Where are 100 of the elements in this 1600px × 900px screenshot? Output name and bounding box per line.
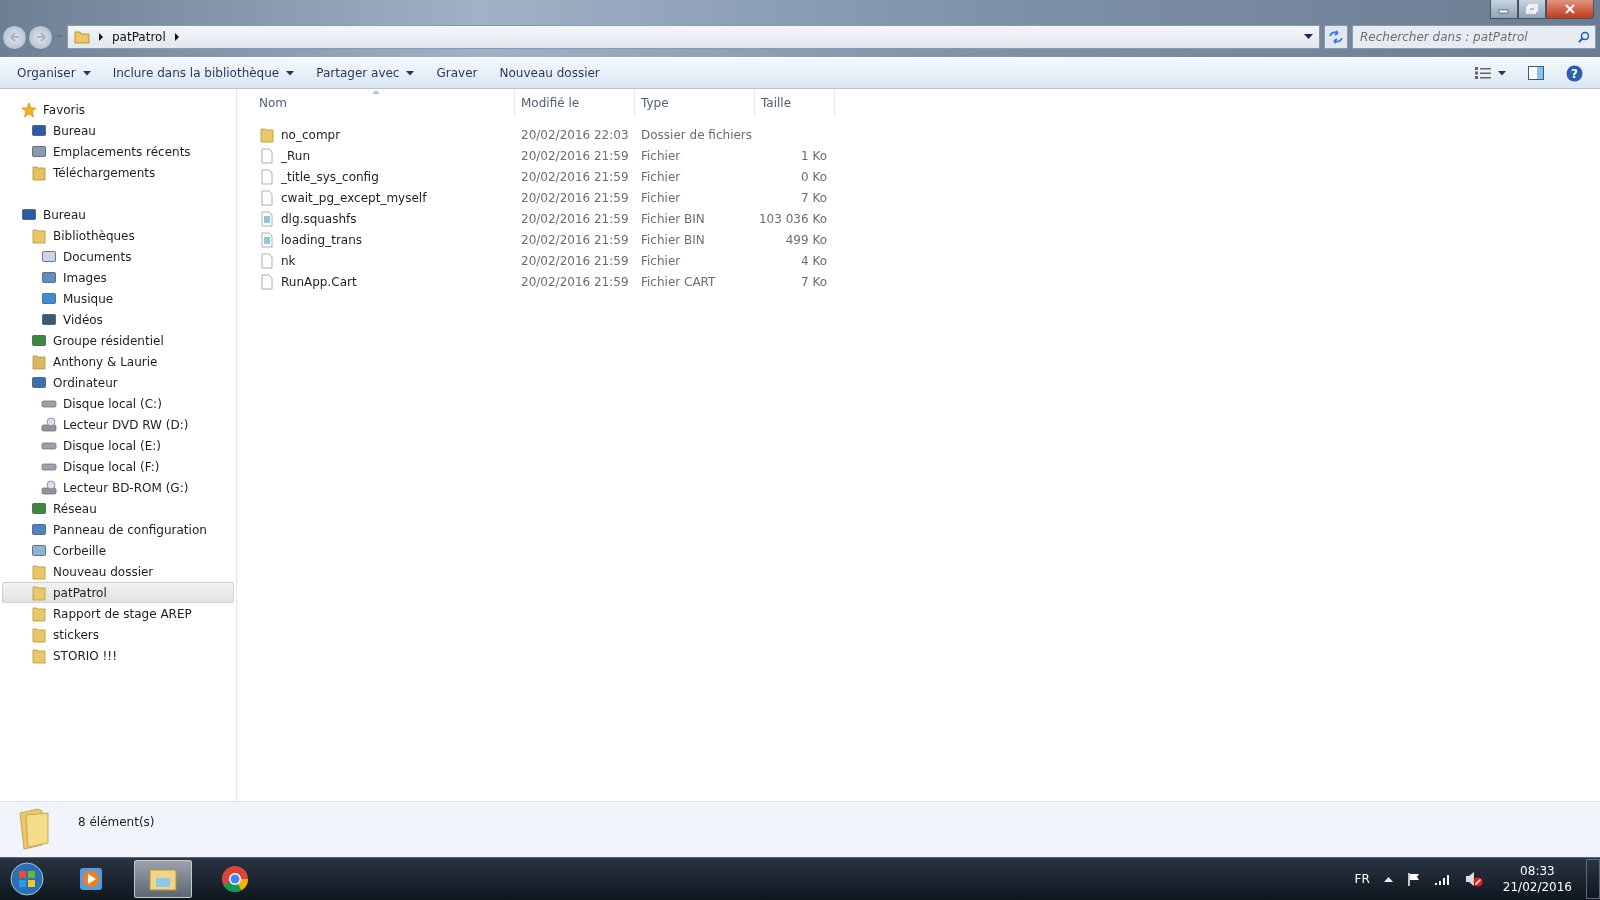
close-button[interactable] [1546, 0, 1594, 19]
nav-item[interactable]: Disque local (F:) [2, 456, 234, 477]
nav-item[interactable]: patPatrol [2, 582, 234, 603]
nav-label: STORIO !!! [53, 648, 117, 663]
flag-icon[interactable] [1406, 872, 1421, 886]
file-size: 103 036 Ko [757, 211, 828, 226]
nav-item[interactable]: Panneau de configuration [2, 519, 234, 540]
dropdown-caret-icon[interactable] [1304, 34, 1313, 40]
nav-label: Disque local (E:) [63, 438, 161, 453]
help-button[interactable]: ? [1557, 60, 1592, 86]
column-header[interactable]: Taille [755, 89, 835, 117]
refresh-button[interactable] [1324, 25, 1348, 49]
star-icon [21, 101, 37, 118]
nav-label: Favoris [43, 102, 86, 117]
nav-label: patPatrol [53, 585, 107, 600]
file-size: 1 Ko [799, 148, 828, 163]
address-bar[interactable]: patPatrol [67, 25, 1320, 49]
folder-icon [31, 605, 47, 622]
nav-item[interactable]: stickers [2, 624, 234, 645]
folder-icon [31, 353, 47, 370]
nav-item[interactable]: Réseau [2, 498, 234, 519]
file-size: 7 Ko [799, 190, 828, 205]
file-row[interactable]: no_compr 20/02/2016 22:03 Dossier de fichiers [253, 124, 1600, 145]
toolbar-button[interactable]: Inclure dans la bibliothèque [103, 62, 304, 84]
nav-item[interactable]: Téléchargements [2, 162, 234, 183]
file-row[interactable]: _title_sys_config 20/02/2016 21:59 Fichier 0 Ko [253, 166, 1600, 187]
toolbar-button[interactable]: Partager avec [307, 62, 424, 84]
file-name: dlg.squashfs [281, 211, 357, 226]
details-view-icon [1475, 67, 1491, 79]
refresh-icon [1328, 30, 1344, 44]
file-row[interactable]: dlg.squashfs 20/02/2016 21:59 Fichier BIN 103 036 Ko [253, 208, 1600, 229]
disc-drive-icon [41, 416, 57, 433]
file-row[interactable]: RunApp.Cart 20/02/2016 21:59 Fichier CART 7 Ko [253, 271, 1600, 292]
tray-arrow-icon[interactable] [1383, 876, 1393, 882]
nav-label: Bureau [53, 123, 96, 138]
file-type: Fichier CART [640, 274, 717, 289]
nav-label: Vidéos [63, 312, 103, 327]
breadcrumb-arrow-icon[interactable] [173, 33, 180, 41]
nav-item[interactable]: Vidéos [2, 309, 234, 330]
file-name: loading_trans [281, 232, 363, 247]
file-row[interactable]: _Run 20/02/2016 21:59 Fichier 1 Ko [253, 145, 1600, 166]
column-header[interactable]: Type [635, 89, 755, 117]
clock-date: 21/02/2016 [1502, 879, 1572, 895]
breadcrumb-arrow-icon[interactable] [98, 33, 104, 41]
language-indicator[interactable]: FR [1354, 872, 1370, 886]
folder-icon [31, 563, 47, 580]
file-row[interactable]: nk 20/02/2016 21:59 Fichier 4 Ko [253, 250, 1600, 271]
browser-icon [221, 865, 249, 893]
toolbar-button[interactable]: Organiser [8, 62, 100, 84]
file-icon [259, 168, 275, 185]
nav-label: Rapport de stage AREP [53, 606, 192, 621]
nav-item[interactable]: Corbeille [2, 540, 234, 561]
maximize-button[interactable] [1518, 0, 1546, 19]
caret-icon [1498, 70, 1506, 76]
nav-label: Emplacements récents [53, 144, 191, 159]
nav-item[interactable]: Disque local (C:) [2, 393, 234, 414]
toolbar-button[interactable]: Graver [427, 62, 487, 84]
file-name: cwait_pg_except_myself [281, 190, 427, 205]
clock[interactable]: 08:33 21/02/2016 [1502, 863, 1572, 895]
file-row[interactable]: cwait_pg_except_myself 20/02/2016 21:59 Fichier 7 Ko [253, 187, 1600, 208]
nav-item[interactable]: Musique [2, 288, 234, 309]
breadcrumb[interactable]: patPatrol [112, 30, 166, 44]
column-header[interactable]: Modifié le [515, 89, 635, 117]
nav-label: Ordinateur [53, 375, 118, 390]
nav-item[interactable]: Rapport de stage AREP [2, 603, 234, 624]
file-size: 499 Ko [784, 232, 828, 247]
nav-item[interactable]: Anthony & Laurie [2, 351, 234, 372]
nav-item[interactable]: Lecteur BD-ROM (G:) [2, 477, 234, 498]
sort-arrow-icon [371, 90, 380, 94]
nav-item[interactable]: Disque local (E:) [2, 435, 234, 456]
signal-icon[interactable] [1434, 873, 1451, 885]
nav-item[interactable]: Bureau [2, 204, 234, 225]
show-desktop-button[interactable] [1586, 859, 1600, 899]
nav-item[interactable]: STORIO !!! [2, 645, 234, 666]
file-row[interactable]: loading_trans 20/02/2016 21:59 Fichier BIN 499 Ko [253, 229, 1600, 250]
back-button[interactable] [2, 24, 27, 50]
search-field[interactable]: Rechercher dans : patPatrol [1352, 25, 1596, 49]
minimize-button[interactable] [1490, 0, 1518, 19]
column-header[interactable]: Nom [253, 89, 515, 117]
muted-speaker-icon[interactable] [1464, 871, 1483, 887]
forward-button[interactable] [28, 24, 53, 50]
modified-date: 20/02/2016 21:59 [520, 211, 630, 226]
nav-item[interactable]: Lecteur DVD RW (D:) [2, 414, 234, 435]
nav-item[interactable]: Emplacements récents [2, 141, 234, 162]
nav-label: Images [63, 270, 107, 285]
toolbar-button[interactable]: Nouveau dossier [490, 62, 609, 84]
drive-icon [41, 462, 57, 471]
nav-item[interactable]: Images [2, 267, 234, 288]
file-name: no_compr [281, 127, 341, 142]
search-icon [1578, 31, 1590, 43]
nav-item[interactable]: Groupe résidentiel [2, 330, 234, 351]
nav-item[interactable]: Bibliothèques [2, 225, 234, 246]
nav-item[interactable]: Favoris [2, 99, 234, 120]
restore-icon [1526, 4, 1538, 14]
nav-item[interactable]: Bureau [2, 120, 234, 141]
nav-item[interactable]: Documents [2, 246, 234, 267]
nav-item[interactable]: Nouveau dossier [2, 561, 234, 582]
forward-arrow-icon [34, 31, 47, 43]
folder-icon [31, 584, 47, 601]
nav-item[interactable]: Ordinateur [2, 372, 234, 393]
